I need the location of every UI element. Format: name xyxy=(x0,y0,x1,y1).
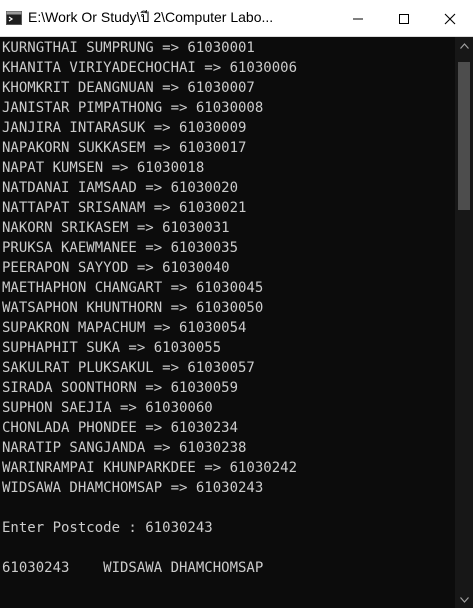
output-line: JANJIRA INTARASUK => 61030009 xyxy=(2,120,247,136)
output-line: WATSAPHON KHUNTHORN => 61030050 xyxy=(2,300,264,316)
output-line: WIDSAWA DHAMCHOMSAP => 61030243 xyxy=(2,480,264,496)
window-title: E:\Work Or Study\ปี 2\Computer Labo... xyxy=(28,9,274,25)
output-line: SUPHON SAEJIA => 61030060 xyxy=(2,400,213,416)
output-line: KURNGTHAI SUMPRUNG => 61030001 xyxy=(2,40,255,56)
caption-buttons xyxy=(335,0,473,37)
scroll-down-button[interactable] xyxy=(455,591,473,608)
scrollbar-thumb[interactable] xyxy=(458,62,470,210)
output-line: CHONLADA PHONDEE => 61030234 xyxy=(2,420,239,436)
vertical-scrollbar[interactable] xyxy=(455,37,473,608)
chevron-up-icon xyxy=(459,42,469,49)
chevron-down-icon xyxy=(459,596,469,603)
output-line: PRUKSA KAEWMANEE => 61030035 xyxy=(2,240,239,256)
output-line: NAPAKORN SUKKASEM => 61030017 xyxy=(2,140,247,156)
scroll-up-button[interactable] xyxy=(455,37,473,54)
console-output[interactable]: KURNGTHAI SUMPRUNG => 61030001 KHANITA V… xyxy=(0,37,455,608)
maximize-icon xyxy=(399,13,409,24)
search-result: 61030243 WIDSAWA DHAMCHOMSAP xyxy=(2,560,264,576)
title-bar[interactable]: E:\Work Or Study\ปี 2\Computer Labo... xyxy=(0,0,473,37)
maximize-button[interactable] xyxy=(381,0,427,37)
output-line: SAKULRAT PLUKSAKUL => 61030057 xyxy=(2,360,255,376)
minimize-button[interactable] xyxy=(335,0,381,37)
close-icon xyxy=(444,13,456,24)
output-line: NATTAPAT SRISANAM => 61030021 xyxy=(2,200,247,216)
output-line: MAETHAPHON CHANGART => 61030045 xyxy=(2,280,264,296)
output-line: JANISTAR PIMPATHONG => 61030008 xyxy=(2,100,264,116)
output-line: SIRADA SOONTHORN => 61030059 xyxy=(2,380,239,396)
output-line: WARINRAMPAI KHUNPARKDEE => 61030242 xyxy=(2,460,298,476)
output-line: NAKORN SRIKASEM => 61030031 xyxy=(2,220,230,236)
close-button[interactable] xyxy=(427,0,473,37)
output-line: PEERAPON SAYYOD => 61030040 xyxy=(2,260,230,276)
minimize-icon xyxy=(353,18,363,19)
terminal-app-icon[interactable] xyxy=(0,0,28,37)
postcode-prompt: Enter Postcode : 61030243 xyxy=(2,520,213,536)
output-line: NARATIP SANGJANDA => 61030238 xyxy=(2,440,247,456)
output-line: KHOMKRIT DEANGNUAN => 61030007 xyxy=(2,80,255,96)
output-line: NATDANAI IAMSAAD => 61030020 xyxy=(2,180,239,196)
console-window: E:\Work Or Study\ปี 2\Computer Labo... K… xyxy=(0,0,473,608)
output-line: SUPHAPHIT SUKA => 61030055 xyxy=(2,340,222,356)
output-line: NAPAT KUMSEN => 61030018 xyxy=(2,160,205,176)
output-line: KHANITA VIRIYADECHOCHAI => 61030006 xyxy=(2,60,298,76)
output-line: SUPAKRON MAPACHUM => 61030054 xyxy=(2,320,247,336)
